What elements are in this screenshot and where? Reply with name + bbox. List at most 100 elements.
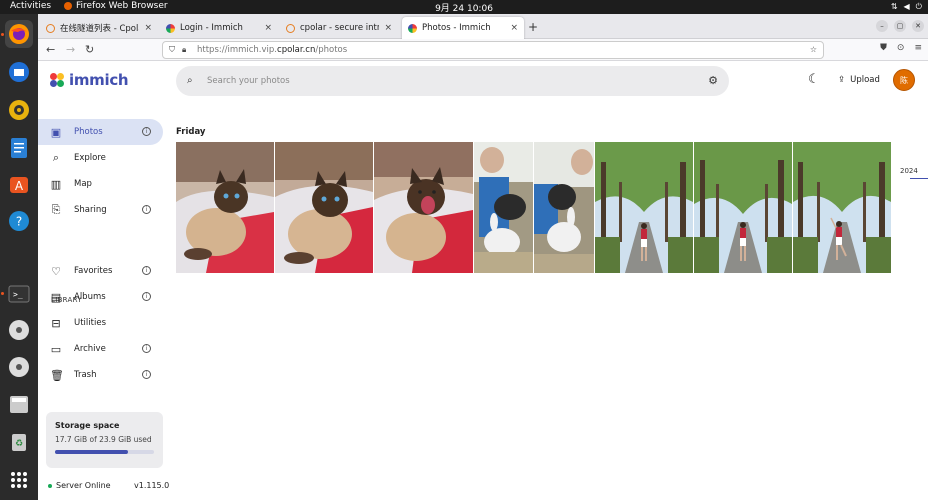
close-tab-icon[interactable]: × — [264, 23, 272, 33]
server-status-label: Server Online — [56, 481, 111, 490]
photos-icon: ▣ — [50, 125, 62, 139]
sidebar-item-trash[interactable]: 🗑︎ Trash i — [38, 362, 163, 388]
photo-thumbnail[interactable] — [176, 142, 274, 273]
bookmark-star-icon[interactable]: ☆ — [810, 45, 817, 54]
photo-thumbnail[interactable] — [793, 142, 891, 273]
logo-text: immich — [69, 71, 129, 89]
photo-thumbnail[interactable] — [595, 142, 693, 273]
sidebar-item-label: Photos — [74, 127, 103, 137]
photo-thumbnail[interactable] — [694, 142, 792, 273]
info-icon[interactable]: i — [142, 370, 151, 379]
info-icon[interactable]: i — [142, 266, 151, 275]
app-grid-icon[interactable] — [5, 466, 33, 494]
svg-text:♻: ♻ — [15, 439, 23, 449]
search-icon: ⌕ — [52, 151, 60, 164]
immich-page: immich ⌕ Search your photos ⚙ ☾ ⇪ Upload… — [38, 61, 928, 500]
server-version: v1.115.0 — [134, 481, 170, 490]
maximize-icon[interactable]: ▢ — [894, 20, 906, 32]
date-group-label: Friday — [176, 127, 206, 137]
sidebar-item-utilities[interactable]: ⊟ Utilities — [38, 310, 163, 336]
reload-icon[interactable]: ↻ — [85, 43, 94, 56]
search-options-icon[interactable]: ⚙ — [708, 74, 718, 87]
sidebar-item-albums[interactable]: ▤ Albums i — [38, 284, 163, 310]
sidebar-item-map[interactable]: ▥ Map — [38, 171, 163, 197]
sidebar-item-label: Utilities — [74, 318, 106, 328]
system-tray[interactable]: ⇅ ◀ ⏻ — [891, 2, 922, 12]
sidebar-item-sharing[interactable]: ⎘ Sharing i — [38, 197, 163, 223]
search-icon: ⌕ — [187, 75, 193, 86]
sidebar-item-photos[interactable]: ▣ Photos i — [38, 119, 163, 145]
minimize-icon[interactable]: – — [876, 20, 888, 32]
heart-icon: ♡ — [51, 264, 61, 278]
close-tab-icon[interactable]: × — [144, 23, 152, 33]
firefox-dock-icon[interactable] — [5, 20, 33, 48]
info-icon[interactable]: i — [142, 127, 151, 136]
extensions-icon[interactable]: ⊙ — [897, 43, 905, 53]
terminal-dock-icon[interactable]: >_ — [5, 280, 33, 308]
network-icon: ⇅ — [890, 2, 898, 11]
rhythmbox-dock-icon[interactable] — [5, 96, 33, 124]
photo-row — [176, 142, 891, 273]
info-icon[interactable]: i — [142, 344, 151, 353]
pocket-icon[interactable]: ⛊ — [880, 43, 887, 53]
tab-cpolar-tunnels[interactable]: 在线隧道列表 - Cpolar × — [40, 17, 158, 39]
immich-flower-icon — [50, 73, 64, 87]
storage-bar — [55, 450, 154, 454]
info-icon[interactable]: i — [142, 205, 151, 214]
timeline-year-marker[interactable]: 2024 — [900, 167, 918, 175]
lock-icon[interactable]: 🔒︎ — [182, 45, 186, 55]
trash-icon: 🗑︎ — [50, 368, 64, 382]
navigation-bar: ← → ↻ ⛉ 🔒︎ https://immich.vip. cpolar.cn /… — [38, 39, 928, 61]
photo-thumbnail[interactable] — [474, 142, 533, 273]
back-icon[interactable]: ← — [46, 43, 55, 56]
immich-icon — [408, 23, 417, 33]
photo-thumbnail[interactable] — [534, 142, 594, 273]
help-dock-icon[interactable]: ? — [5, 207, 33, 235]
system-top-bar: Activities Firefox Web Browser 9月 24 10:… — [0, 0, 928, 14]
upload-button[interactable]: ⇪ Upload — [838, 75, 880, 85]
software-center-dock-icon[interactable]: A — [5, 170, 33, 198]
disc-dock-icon[interactable] — [5, 316, 33, 344]
url-bar[interactable]: ⛉ 🔒︎ https://immich.vip. cpolar.cn/photos… — [162, 41, 824, 59]
storage-title: Storage space — [55, 421, 120, 430]
sidebar-item-archive[interactable]: ▭ Archive i — [38, 336, 163, 362]
tab-cpolar-introspect[interactable]: cpolar - secure introspect × — [280, 17, 398, 39]
forward-icon[interactable]: → — [66, 43, 75, 56]
clock[interactable]: 9月 24 10:06 — [0, 1, 928, 14]
writer-dock-icon[interactable] — [5, 134, 33, 162]
archive-icon: ▭ — [50, 342, 62, 356]
new-tab-button[interactable]: + — [528, 20, 538, 34]
sidebar-item-label: Favorites — [74, 266, 113, 276]
sidebar-item-label: Explore — [74, 153, 106, 163]
menu-icon[interactable]: ≡ — [914, 43, 922, 53]
map-icon: ▥ — [50, 177, 62, 191]
tab-photos-immich[interactable]: Photos - Immich × — [402, 17, 524, 39]
sidebar-item-label: Albums — [74, 292, 106, 302]
immich-logo[interactable]: immich — [50, 71, 129, 89]
timeline-scrubber-indicator[interactable] — [910, 178, 928, 179]
close-window-icon[interactable]: ✕ — [912, 20, 924, 32]
user-avatar[interactable]: 陈 — [893, 69, 915, 91]
trash-dock-icon[interactable]: ♻ — [5, 427, 33, 455]
thunderbird-dock-icon[interactable] — [5, 58, 33, 86]
tracking-shield-icon[interactable]: ⛉ — [169, 45, 175, 55]
server-status: Server Online — [48, 481, 111, 490]
photo-thumbnail[interactable] — [374, 142, 473, 273]
photo-thumbnail[interactable] — [275, 142, 373, 273]
sidebar-item-label: Map — [74, 179, 92, 189]
online-indicator — [48, 483, 52, 488]
tab-immich-login[interactable]: Login - Immich × — [160, 17, 278, 39]
files-dock-icon[interactable] — [5, 390, 33, 418]
theme-toggle-moon-icon[interactable]: ☾ — [808, 72, 820, 87]
search-input[interactable]: Search your photos — [207, 76, 290, 86]
sidebar-item-favorites[interactable]: ♡ Favorites i — [38, 258, 163, 284]
svg-text:A: A — [15, 179, 24, 193]
close-tab-icon[interactable]: × — [510, 23, 518, 33]
window-controls: – ▢ ✕ — [876, 20, 924, 32]
info-icon[interactable]: i — [142, 292, 151, 301]
search-bar[interactable]: ⌕ Search your photos ⚙ — [176, 66, 729, 96]
sidebar-item-explore[interactable]: ⌕ Explore — [38, 145, 163, 171]
close-tab-icon[interactable]: × — [384, 23, 392, 33]
url-path: /photos — [315, 45, 348, 55]
disc-dock-icon-2[interactable] — [5, 353, 33, 381]
